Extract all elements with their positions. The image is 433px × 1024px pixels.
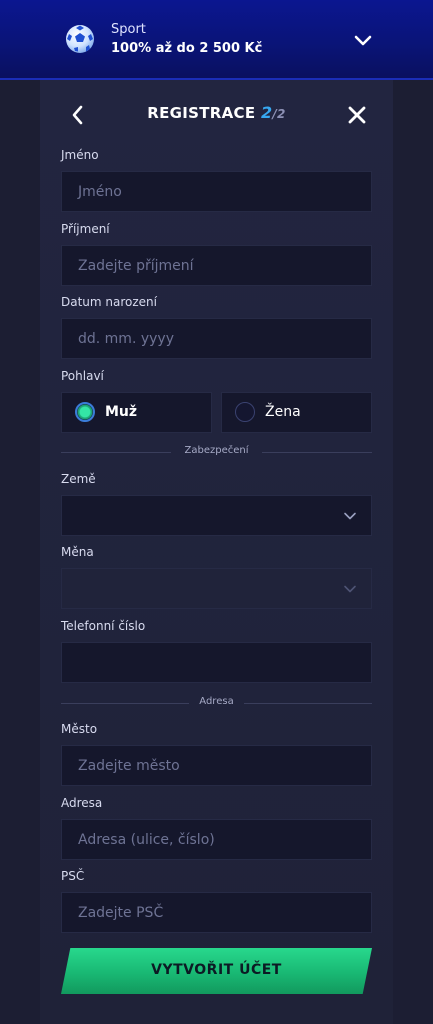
close-icon[interactable] (346, 104, 368, 126)
soccer-ball-icon (66, 25, 94, 53)
page-title: REGISTRACE 2/2 (0, 103, 433, 122)
last-name-input[interactable]: Zadejte příjmení (61, 245, 372, 286)
step-total: /2 (272, 107, 286, 121)
address-placeholder: Adresa (ulice, číslo) (78, 831, 215, 848)
address-input[interactable]: Adresa (ulice, číslo) (61, 819, 372, 860)
chevron-down-icon (344, 512, 356, 520)
currency-select[interactable] (61, 568, 372, 609)
section-title-address: Adresa (199, 696, 234, 707)
gender-option-male[interactable]: Muž (61, 392, 212, 433)
radio-selected-icon (75, 402, 95, 422)
zip-label: PSČ (61, 869, 85, 883)
section-divider-security: Zabezpečení (61, 445, 372, 459)
zip-placeholder: Zadejte PSČ (78, 904, 164, 921)
last-name-label: Příjmení (61, 222, 110, 236)
phone-label: Telefonní číslo (61, 619, 146, 633)
promo-banner[interactable]: Sport 100% až do 2 500 Kč (0, 0, 433, 80)
page-title-text: REGISTRACE (147, 104, 256, 122)
divider-line (244, 703, 372, 704)
zip-input[interactable]: Zadejte PSČ (61, 892, 372, 933)
birthdate-label: Datum narození (61, 295, 157, 309)
city-placeholder: Zadejte město (78, 757, 180, 774)
create-account-button[interactable]: VYTVOŘIT ÚČET (61, 948, 372, 994)
chevron-down-icon (344, 585, 356, 593)
promo-subtitle: 100% až do 2 500 Kč (111, 41, 263, 56)
city-input[interactable]: Zadejte město (61, 745, 372, 786)
city-label: Město (61, 722, 98, 736)
create-account-button-label: VYTVOŘIT ÚČET (151, 962, 282, 978)
section-divider-address: Adresa (61, 696, 372, 710)
birthdate-input[interactable]: dd. mm. yyyy (61, 318, 372, 359)
last-name-placeholder: Zadejte příjmení (78, 257, 194, 274)
gender-option-female-label: Žena (265, 404, 301, 420)
first-name-placeholder: Jméno (78, 183, 122, 200)
divider-line (262, 452, 372, 453)
promo-title: Sport (111, 22, 146, 37)
country-select[interactable] (61, 495, 372, 536)
country-label: Země (61, 472, 96, 486)
step-current: 2 (260, 103, 273, 122)
gender-option-male-label: Muž (105, 404, 138, 420)
radio-unselected-icon (235, 402, 255, 422)
first-name-label: Jméno (61, 148, 99, 162)
section-title-security: Zabezpečení (184, 445, 249, 456)
address-label: Adresa (61, 796, 103, 810)
birthdate-placeholder: dd. mm. yyyy (78, 330, 174, 347)
gender-label: Pohlaví (61, 369, 104, 383)
first-name-input[interactable]: Jméno (61, 171, 372, 212)
chevron-down-icon[interactable] (352, 30, 374, 52)
phone-input[interactable] (61, 642, 372, 683)
gender-option-female[interactable]: Žena (221, 392, 372, 433)
currency-label: Měna (61, 545, 94, 559)
